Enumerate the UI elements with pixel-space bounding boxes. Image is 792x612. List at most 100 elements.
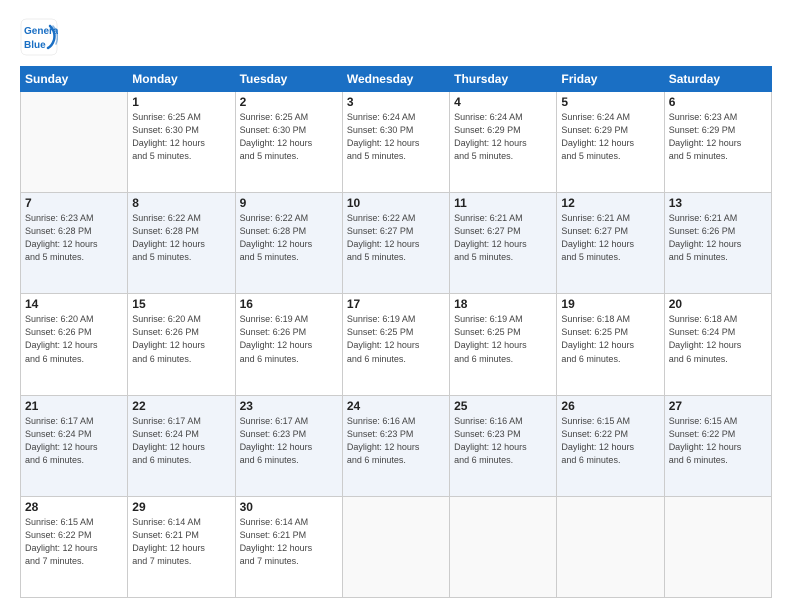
calendar-week-5: 28Sunrise: 6:15 AM Sunset: 6:22 PM Dayli… <box>21 496 772 597</box>
day-info: Sunrise: 6:25 AM Sunset: 6:30 PM Dayligh… <box>240 111 338 163</box>
calendar-cell: 9 Sunrise: 6:22 AM Sunset: 6:28 PM Daylig… <box>235 193 342 294</box>
day-info: Sunrise: 6:24 AM Sunset: 6:30 PM Dayligh… <box>347 111 445 163</box>
calendar-cell <box>450 496 557 597</box>
calendar-cell: 29 Sunrise: 6:14 AM Sunset: 6:21 PM Dayli… <box>128 496 235 597</box>
day-info: Sunrise: 6:20 AM Sunset: 6:26 PM Dayligh… <box>25 313 123 365</box>
day-info: Sunrise: 6:17 AM Sunset: 6:24 PM Dayligh… <box>132 415 230 467</box>
day-info: Sunrise: 6:25 AM Sunset: 6:30 PM Dayligh… <box>132 111 230 163</box>
day-info: Sunrise: 6:19 AM Sunset: 6:25 PM Dayligh… <box>347 313 445 365</box>
day-number: 2 <box>240 95 338 109</box>
day-number: 14 <box>25 297 123 311</box>
day-number: 11 <box>454 196 552 210</box>
calendar-cell: 21Sunrise: 6:17 AM Sunset: 6:24 PM Dayli… <box>21 395 128 496</box>
calendar-cell <box>342 496 449 597</box>
calendar-cell: 5 Sunrise: 6:24 AM Sunset: 6:29 PM Daylig… <box>557 92 664 193</box>
calendar-week-3: 14 Sunrise: 6:20 AM Sunset: 6:26 PM Dayli… <box>21 294 772 395</box>
day-info: Sunrise: 6:16 AM Sunset: 6:23 PM Dayligh… <box>347 415 445 467</box>
day-number: 15 <box>132 297 230 311</box>
calendar-cell: 20 Sunrise: 6:18 AM Sunset: 6:24 PM Dayli… <box>664 294 771 395</box>
calendar-cell: 13Sunrise: 6:21 AM Sunset: 6:26 PM Dayli… <box>664 193 771 294</box>
day-number: 27 <box>669 399 767 413</box>
calendar-cell: 17 Sunrise: 6:19 AM Sunset: 6:25 PM Dayli… <box>342 294 449 395</box>
calendar-cell: 15 Sunrise: 6:20 AM Sunset: 6:26 PM Dayli… <box>128 294 235 395</box>
day-info: Sunrise: 6:15 AM Sunset: 6:22 PM Dayligh… <box>561 415 659 467</box>
header: General Blue <box>20 18 772 56</box>
day-number: 19 <box>561 297 659 311</box>
calendar-header: SundayMondayTuesdayWednesdayThursdayFrid… <box>21 67 772 92</box>
day-info: Sunrise: 6:22 AM Sunset: 6:28 PM Dayligh… <box>240 212 338 264</box>
day-info: Sunrise: 6:24 AM Sunset: 6:29 PM Dayligh… <box>454 111 552 163</box>
day-number: 8 <box>132 196 230 210</box>
day-info: Sunrise: 6:15 AM Sunset: 6:22 PM Dayligh… <box>25 516 123 568</box>
calendar-cell: 28Sunrise: 6:15 AM Sunset: 6:22 PM Dayli… <box>21 496 128 597</box>
calendar-cell: 1Sunrise: 6:25 AM Sunset: 6:30 PM Daylig… <box>128 92 235 193</box>
calendar-cell: 22 Sunrise: 6:17 AM Sunset: 6:24 PM Dayli… <box>128 395 235 496</box>
day-info: Sunrise: 6:24 AM Sunset: 6:29 PM Dayligh… <box>561 111 659 163</box>
weekday-header-tuesday: Tuesday <box>235 67 342 92</box>
calendar-cell: 30 Sunrise: 6:14 AM Sunset: 6:21 PM Dayli… <box>235 496 342 597</box>
weekday-header-monday: Monday <box>128 67 235 92</box>
calendar-table: SundayMondayTuesdayWednesdayThursdayFrid… <box>20 66 772 598</box>
calendar-cell: 25 Sunrise: 6:16 AM Sunset: 6:23 PM Dayli… <box>450 395 557 496</box>
day-info: Sunrise: 6:19 AM Sunset: 6:25 PM Dayligh… <box>454 313 552 365</box>
day-number: 26 <box>561 399 659 413</box>
day-info: Sunrise: 6:22 AM Sunset: 6:28 PM Dayligh… <box>132 212 230 264</box>
day-number: 25 <box>454 399 552 413</box>
day-info: Sunrise: 6:14 AM Sunset: 6:21 PM Dayligh… <box>132 516 230 568</box>
calendar-cell: 19Sunrise: 6:18 AM Sunset: 6:25 PM Dayli… <box>557 294 664 395</box>
day-number: 9 <box>240 196 338 210</box>
calendar-cell: 12 Sunrise: 6:21 AM Sunset: 6:27 PM Dayli… <box>557 193 664 294</box>
day-info: Sunrise: 6:21 AM Sunset: 6:26 PM Dayligh… <box>669 212 767 264</box>
day-number: 17 <box>347 297 445 311</box>
day-info: Sunrise: 6:15 AM Sunset: 6:22 PM Dayligh… <box>669 415 767 467</box>
day-number: 6 <box>669 95 767 109</box>
day-number: 3 <box>347 95 445 109</box>
day-number: 5 <box>561 95 659 109</box>
weekday-header-wednesday: Wednesday <box>342 67 449 92</box>
day-number: 30 <box>240 500 338 514</box>
day-info: Sunrise: 6:22 AM Sunset: 6:27 PM Dayligh… <box>347 212 445 264</box>
day-number: 12 <box>561 196 659 210</box>
calendar-cell: 18 Sunrise: 6:19 AM Sunset: 6:25 PM Dayli… <box>450 294 557 395</box>
day-info: Sunrise: 6:23 AM Sunset: 6:29 PM Dayligh… <box>669 111 767 163</box>
svg-text:Blue: Blue <box>24 40 46 51</box>
calendar-week-2: 7 Sunrise: 6:23 AM Sunset: 6:28 PM Daylig… <box>21 193 772 294</box>
day-number: 20 <box>669 297 767 311</box>
day-number: 7 <box>25 196 123 210</box>
day-info: Sunrise: 6:17 AM Sunset: 6:24 PM Dayligh… <box>25 415 123 467</box>
day-info: Sunrise: 6:17 AM Sunset: 6:23 PM Dayligh… <box>240 415 338 467</box>
calendar-week-1: 1Sunrise: 6:25 AM Sunset: 6:30 PM Daylig… <box>21 92 772 193</box>
day-number: 10 <box>347 196 445 210</box>
day-info: Sunrise: 6:21 AM Sunset: 6:27 PM Dayligh… <box>454 212 552 264</box>
day-number: 18 <box>454 297 552 311</box>
day-info: Sunrise: 6:23 AM Sunset: 6:28 PM Dayligh… <box>25 212 123 264</box>
calendar-week-4: 21Sunrise: 6:17 AM Sunset: 6:24 PM Dayli… <box>21 395 772 496</box>
calendar-cell: 3 Sunrise: 6:24 AM Sunset: 6:30 PM Daylig… <box>342 92 449 193</box>
day-info: Sunrise: 6:19 AM Sunset: 6:26 PM Dayligh… <box>240 313 338 365</box>
calendar-cell: 23 Sunrise: 6:17 AM Sunset: 6:23 PM Dayli… <box>235 395 342 496</box>
day-info: Sunrise: 6:16 AM Sunset: 6:23 PM Dayligh… <box>454 415 552 467</box>
logo-svg: General Blue <box>20 18 58 56</box>
calendar-cell: 8 Sunrise: 6:22 AM Sunset: 6:28 PM Daylig… <box>128 193 235 294</box>
logo-graphic: General Blue <box>20 18 58 56</box>
calendar-cell <box>557 496 664 597</box>
calendar-cell: 6 Sunrise: 6:23 AM Sunset: 6:29 PM Daylig… <box>664 92 771 193</box>
weekday-row: SundayMondayTuesdayWednesdayThursdayFrid… <box>21 67 772 92</box>
calendar-cell: 14 Sunrise: 6:20 AM Sunset: 6:26 PM Dayli… <box>21 294 128 395</box>
calendar-cell: 10 Sunrise: 6:22 AM Sunset: 6:27 PM Dayli… <box>342 193 449 294</box>
weekday-header-saturday: Saturday <box>664 67 771 92</box>
day-info: Sunrise: 6:14 AM Sunset: 6:21 PM Dayligh… <box>240 516 338 568</box>
day-number: 29 <box>132 500 230 514</box>
calendar-body: 1Sunrise: 6:25 AM Sunset: 6:30 PM Daylig… <box>21 92 772 598</box>
day-number: 22 <box>132 399 230 413</box>
weekday-header-thursday: Thursday <box>450 67 557 92</box>
calendar-cell: 16 Sunrise: 6:19 AM Sunset: 6:26 PM Dayli… <box>235 294 342 395</box>
calendar-cell: 11 Sunrise: 6:21 AM Sunset: 6:27 PM Dayli… <box>450 193 557 294</box>
day-info: Sunrise: 6:20 AM Sunset: 6:26 PM Dayligh… <box>132 313 230 365</box>
day-number: 23 <box>240 399 338 413</box>
day-info: Sunrise: 6:21 AM Sunset: 6:27 PM Dayligh… <box>561 212 659 264</box>
day-info: Sunrise: 6:18 AM Sunset: 6:24 PM Dayligh… <box>669 313 767 365</box>
page: General Blue SundayMondayTuesdayWednesda… <box>0 0 792 612</box>
calendar-cell: 27 Sunrise: 6:15 AM Sunset: 6:22 PM Dayli… <box>664 395 771 496</box>
day-number: 16 <box>240 297 338 311</box>
